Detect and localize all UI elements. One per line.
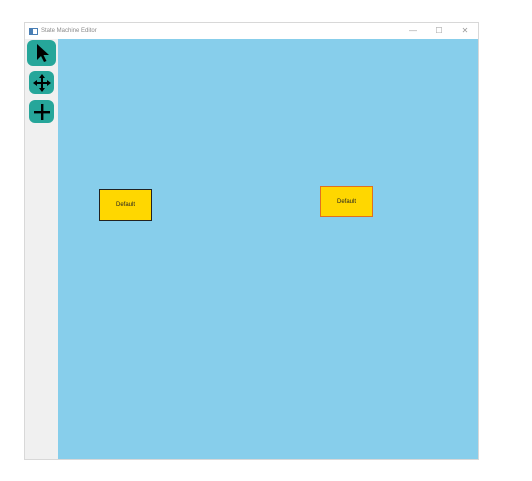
maximize-button[interactable]: ☐ bbox=[426, 23, 452, 39]
move-tool-button[interactable] bbox=[29, 71, 54, 94]
app-icon bbox=[29, 27, 38, 35]
state-machine-canvas[interactable]: Default Default bbox=[58, 39, 478, 459]
tool-palette bbox=[25, 39, 58, 459]
add-state-tool-button[interactable] bbox=[29, 100, 54, 123]
move-arrows-icon bbox=[32, 73, 51, 92]
app-window: State Machine Editor — ☐ ✕ Default Defau… bbox=[24, 22, 479, 460]
minimize-button[interactable]: — bbox=[400, 23, 426, 39]
window-title: State Machine Editor bbox=[41, 28, 97, 34]
plus-icon bbox=[33, 103, 50, 120]
state-node-label: Default bbox=[115, 202, 135, 208]
close-button[interactable]: ✕ bbox=[452, 23, 478, 39]
select-tool-button[interactable] bbox=[27, 40, 56, 66]
state-node[interactable]: Default bbox=[99, 189, 152, 221]
state-node-label: Default bbox=[336, 198, 356, 205]
title-bar[interactable]: State Machine Editor — ☐ ✕ bbox=[25, 23, 478, 39]
state-node-selected[interactable]: Default bbox=[320, 186, 373, 217]
window-controls: — ☐ ✕ bbox=[400, 23, 478, 39]
cursor-arrow-icon bbox=[36, 44, 49, 62]
